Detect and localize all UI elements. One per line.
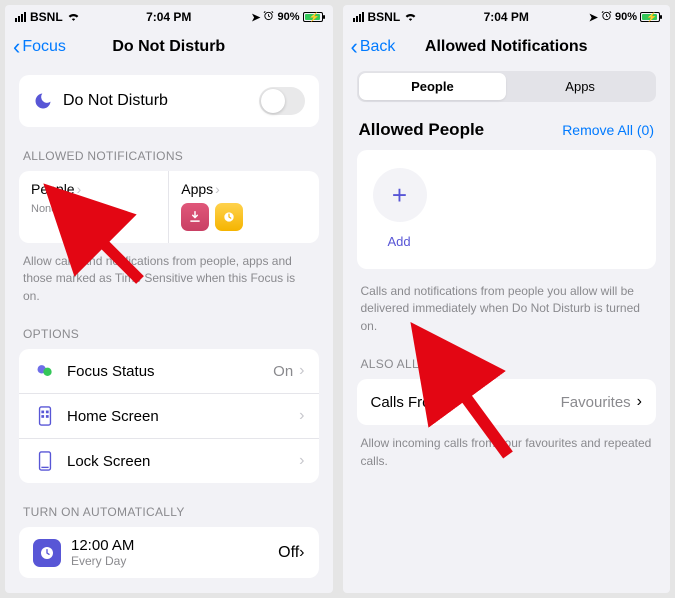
back-label: Focus bbox=[22, 38, 66, 56]
calls-from-card: Calls From Favourites › bbox=[357, 379, 657, 425]
app-icon-2 bbox=[215, 203, 243, 231]
schedule-card: 12:00 AM Every Day Off › bbox=[19, 527, 319, 578]
row-focus-status[interactable]: Focus Status On › bbox=[19, 349, 319, 394]
battery-pct: 90% bbox=[277, 11, 299, 23]
chevron-right-icon: › bbox=[299, 407, 304, 425]
chevron-left-icon: ‹ bbox=[351, 36, 358, 58]
chevron-right-icon: › bbox=[637, 393, 642, 411]
segment-apps[interactable]: Apps bbox=[506, 73, 654, 100]
row-lock-screen[interactable]: Lock Screen › bbox=[19, 439, 319, 483]
cell-signal-icon bbox=[353, 12, 364, 22]
battery-icon: ⚡ bbox=[303, 12, 323, 22]
allowed-footer: Allow calls and notifications from peopl… bbox=[23, 253, 315, 305]
row-label: Home Screen bbox=[67, 408, 299, 425]
moon-icon bbox=[33, 91, 53, 111]
battery-icon: ⚡ bbox=[640, 12, 660, 22]
wifi-icon bbox=[404, 10, 417, 24]
screen-allowed-notifications: BSNL 7:04 PM ➤ 90% ⚡ ‹ Back Allowed Noti… bbox=[343, 5, 671, 593]
row-label: Focus Status bbox=[67, 363, 273, 380]
options-card: Focus Status On › Home Screen › Lock Scr… bbox=[19, 349, 319, 483]
allowed-card: People› None allowed Apps› bbox=[19, 171, 319, 243]
calls-from-label: Calls From bbox=[371, 394, 561, 411]
section-allowed-notifications: ALLOWED NOTIFICATIONS bbox=[23, 149, 315, 163]
nav-bar: ‹ Focus Do Not Disturb bbox=[5, 27, 333, 67]
status-bar: BSNL 7:04 PM ➤ 90% ⚡ bbox=[5, 5, 333, 27]
back-button[interactable]: ‹ Focus bbox=[13, 36, 66, 58]
location-icon: ➤ bbox=[251, 11, 260, 24]
nav-bar: ‹ Back Allowed Notifications bbox=[343, 27, 671, 67]
add-label: Add bbox=[388, 234, 641, 249]
chevron-right-icon: › bbox=[77, 181, 82, 197]
focus-status-icon bbox=[33, 361, 57, 381]
calls-footer: Allow incoming calls from your favourite… bbox=[361, 435, 653, 470]
wifi-icon bbox=[67, 10, 80, 24]
clock-label: 7:04 PM bbox=[146, 10, 191, 24]
allowed-people-title: Allowed People bbox=[359, 120, 485, 140]
clock-label: 7:04 PM bbox=[484, 10, 529, 24]
dnd-label: Do Not Disturb bbox=[63, 92, 259, 110]
schedule-repeat: Every Day bbox=[71, 554, 278, 568]
carrier-label: BSNL bbox=[30, 10, 63, 24]
segmented-control: People Apps bbox=[357, 71, 657, 102]
page-title: Allowed Notifications bbox=[425, 38, 588, 56]
segment-people[interactable]: People bbox=[359, 73, 507, 100]
people-label: People bbox=[31, 181, 75, 197]
add-people-card: + Add bbox=[357, 150, 657, 269]
plus-icon: + bbox=[392, 180, 407, 211]
lock-screen-icon bbox=[33, 451, 57, 471]
calls-from-value: Favourites bbox=[561, 394, 631, 411]
people-sub: None allowed bbox=[31, 203, 156, 215]
row-calls-from[interactable]: Calls From Favourites › bbox=[357, 379, 657, 425]
apps-label: Apps bbox=[181, 181, 213, 197]
dnd-toggle[interactable] bbox=[259, 87, 305, 115]
app-icon-1 bbox=[181, 203, 209, 231]
back-button[interactable]: ‹ Back bbox=[351, 36, 396, 58]
battery-pct: 90% bbox=[615, 11, 637, 23]
chevron-right-icon: › bbox=[299, 452, 304, 470]
carrier-label: BSNL bbox=[368, 10, 401, 24]
chevron-right-icon: › bbox=[299, 544, 304, 562]
alarm-icon bbox=[601, 10, 612, 24]
cell-signal-icon bbox=[15, 12, 26, 22]
add-person-button[interactable]: + bbox=[373, 168, 427, 222]
chevron-left-icon: ‹ bbox=[13, 36, 20, 58]
alarm-icon bbox=[263, 10, 274, 24]
schedule-time: 12:00 AM bbox=[71, 537, 278, 554]
row-schedule[interactable]: 12:00 AM Every Day Off › bbox=[19, 527, 319, 578]
chevron-right-icon: › bbox=[215, 181, 220, 197]
allowed-apps-cell[interactable]: Apps› bbox=[169, 171, 318, 243]
back-label: Back bbox=[360, 38, 396, 56]
page-title: Do Not Disturb bbox=[112, 38, 225, 56]
clock-icon bbox=[33, 539, 61, 567]
home-screen-icon bbox=[33, 406, 57, 426]
chevron-right-icon: › bbox=[299, 362, 304, 380]
allowed-people-cell[interactable]: People› None allowed bbox=[19, 171, 169, 243]
row-home-screen[interactable]: Home Screen › bbox=[19, 394, 319, 439]
screen-do-not-disturb: BSNL 7:04 PM ➤ 90% ⚡ ‹ Focus Do Not Dist… bbox=[5, 5, 333, 593]
dnd-toggle-row[interactable]: Do Not Disturb bbox=[19, 75, 319, 127]
add-footer: Calls and notifications from people you … bbox=[361, 283, 653, 335]
schedule-state: Off bbox=[278, 544, 299, 562]
row-label: Lock Screen bbox=[67, 453, 299, 470]
status-bar: BSNL 7:04 PM ➤ 90% ⚡ bbox=[343, 5, 671, 27]
section-auto: TURN ON AUTOMATICALLY bbox=[23, 505, 315, 519]
section-options: OPTIONS bbox=[23, 327, 315, 341]
remove-all-button[interactable]: Remove All (0) bbox=[562, 122, 654, 138]
section-also-allow: ALSO ALLOW bbox=[361, 357, 653, 371]
location-icon: ➤ bbox=[589, 11, 598, 24]
row-value: On bbox=[273, 363, 293, 380]
